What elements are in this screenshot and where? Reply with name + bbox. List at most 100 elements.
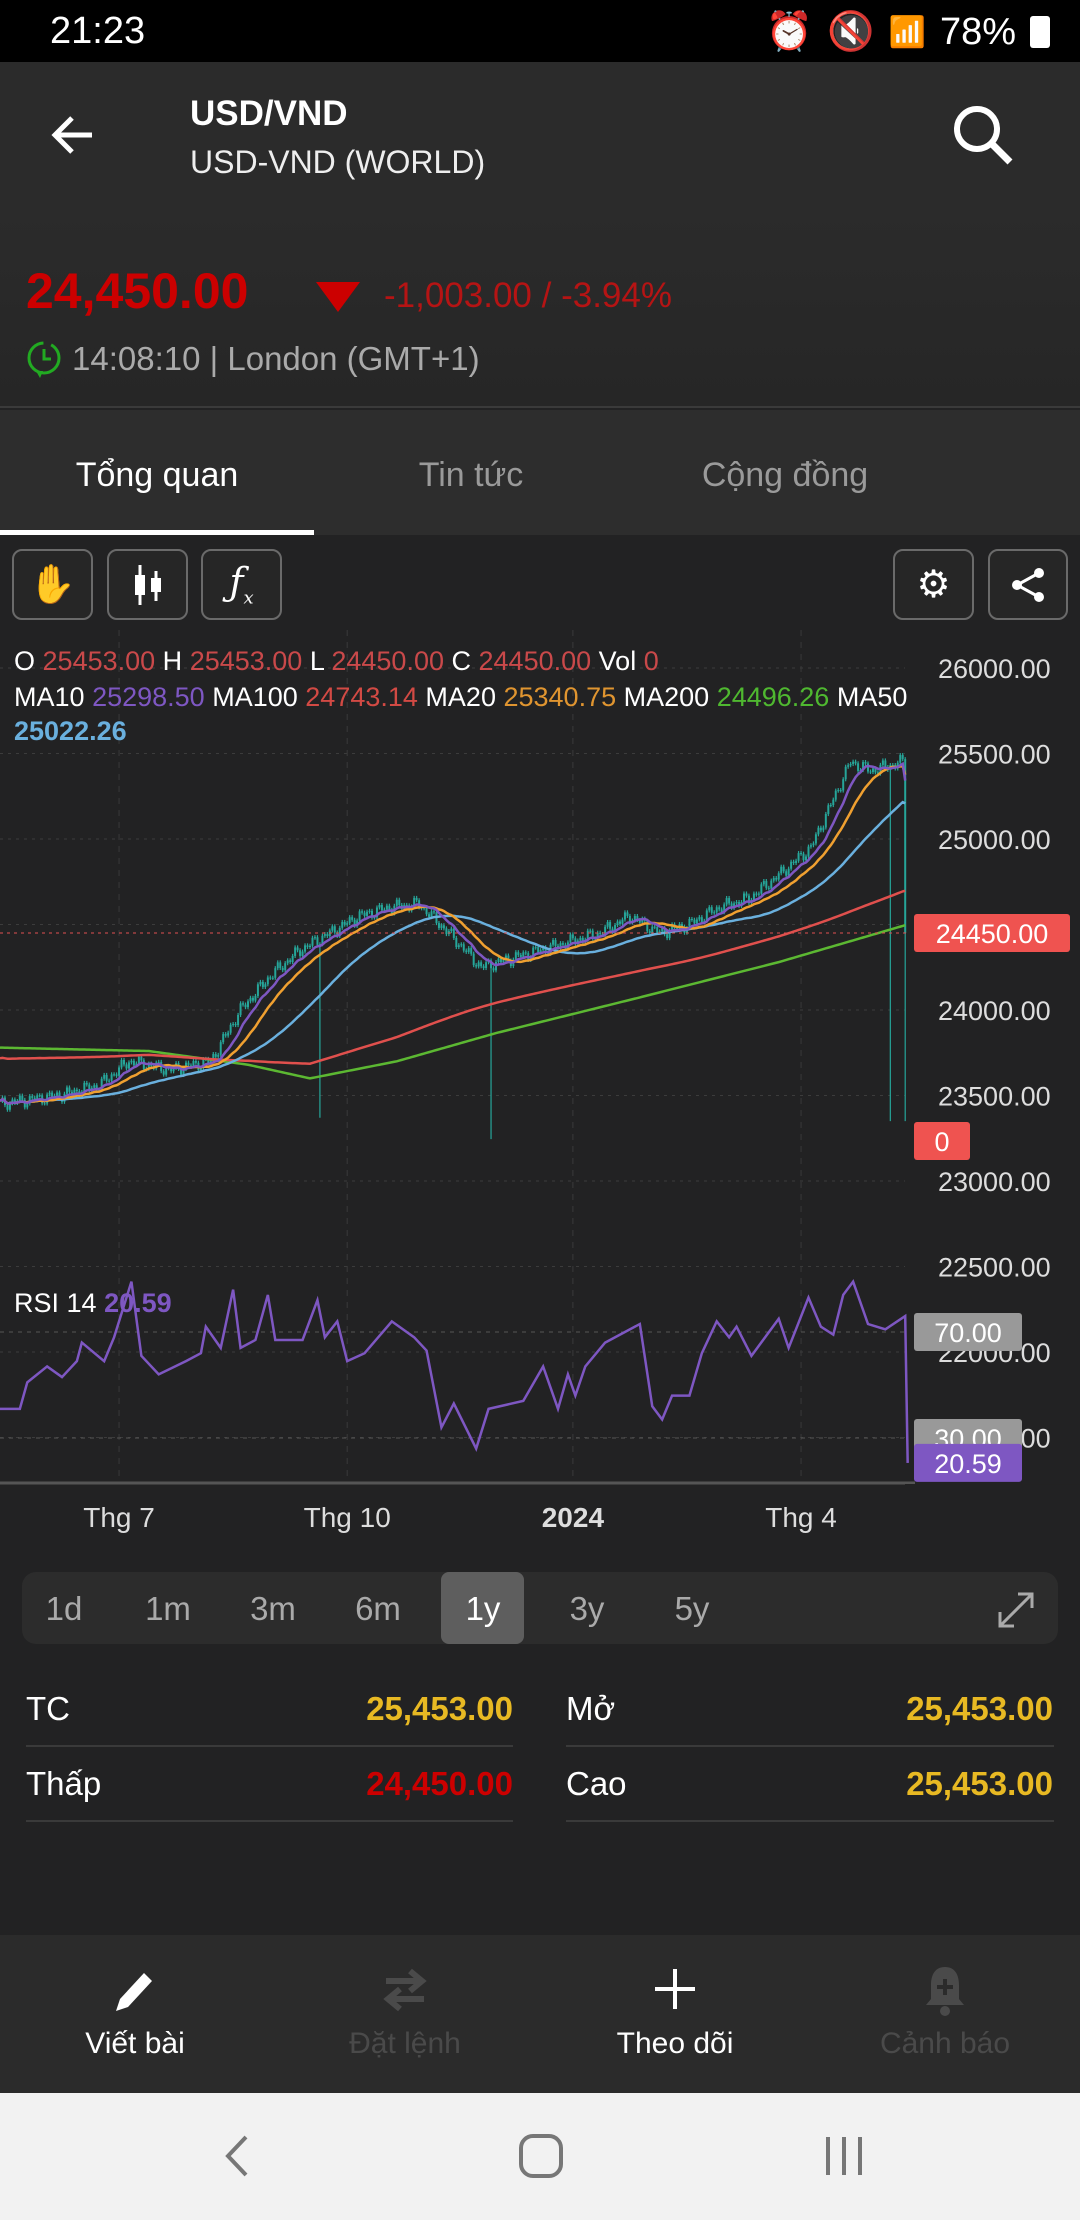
candle-body — [728, 898, 731, 904]
rsi-legend: RSI 14 20.59 — [14, 1288, 172, 1319]
chart-type-button[interactable] — [107, 549, 188, 620]
candle-body — [884, 760, 887, 768]
place-order-label: Đặt lệnh — [349, 2027, 461, 2060]
share-button[interactable] — [988, 549, 1068, 620]
period-1m[interactable]: 1m — [145, 1590, 191, 1628]
candle-body — [276, 962, 279, 969]
follow-button[interactable]: Theo dõi — [540, 1935, 810, 2093]
follow-label: Theo dõi — [616, 2027, 734, 2060]
candle-body — [346, 923, 349, 925]
period-3y[interactable]: 3y — [570, 1590, 605, 1628]
search-icon[interactable] — [950, 102, 1016, 168]
system-home-icon[interactable] — [518, 2133, 564, 2179]
candle-body — [569, 934, 572, 943]
candle-body — [698, 917, 701, 920]
alarm-icon: ⏰ — [765, 11, 814, 53]
chart-settings-button[interactable]: ⚙ — [893, 549, 974, 620]
candle-body — [291, 955, 294, 963]
tab-community[interactable]: Cộng đồng — [628, 410, 942, 535]
candle-body — [785, 871, 788, 876]
candle-body — [455, 937, 458, 948]
candle-body — [849, 763, 852, 766]
candle-body — [718, 907, 721, 910]
low-label: Thấp — [26, 1765, 102, 1802]
candle-body — [118, 1067, 121, 1076]
system-back-icon[interactable] — [222, 2133, 252, 2179]
period-5y[interactable]: 5y — [675, 1590, 710, 1628]
candle-body — [229, 1024, 232, 1033]
candle-body — [814, 834, 817, 844]
period-6m[interactable]: 6m — [355, 1590, 401, 1628]
candle-body — [743, 893, 745, 903]
candle-body — [247, 1001, 249, 1008]
period-1y[interactable]: 1y — [466, 1590, 501, 1628]
high-value: 25,453.00 — [906, 1765, 1053, 1802]
status-bar: 21:23 ⏰ 🔇 📶 78% — [0, 0, 1080, 62]
candle-body — [710, 907, 713, 913]
candle-body — [363, 912, 366, 916]
price-chart[interactable]: 26000.0025500.0025000.0024500.0024000.00… — [0, 630, 1080, 1485]
candle-body — [279, 962, 282, 968]
clip — [905, 1484, 1080, 1485]
candle-body — [457, 945, 460, 948]
candle-body — [805, 856, 807, 861]
candle-body — [237, 1014, 240, 1026]
system-recents-icon[interactable] — [822, 2135, 866, 2177]
candle-body — [552, 940, 555, 945]
tab-news[interactable]: Tin tức — [314, 410, 628, 535]
candle-body — [554, 940, 557, 946]
tc-value: 25,453.00 — [366, 1690, 513, 1727]
candle-body — [599, 932, 602, 935]
tab-overview[interactable]: Tổng quan — [0, 410, 314, 535]
candle-body — [271, 977, 274, 979]
back-arrow-icon[interactable] — [50, 112, 96, 158]
candle-body — [331, 926, 334, 931]
candle-body — [621, 919, 624, 924]
fullscreen-icon[interactable] — [996, 1590, 1036, 1630]
candle-body — [398, 899, 401, 906]
candle-body — [68, 1087, 71, 1092]
divider — [26, 1820, 513, 1822]
candle-body — [31, 1096, 34, 1098]
candle-body — [839, 790, 842, 792]
candle-body — [351, 917, 354, 920]
volume-label: Vol — [598, 646, 637, 676]
ohlc-legend: O 25453.00 H 25453.00 L 24450.00 C 24450… — [14, 646, 659, 677]
candle-body — [120, 1059, 123, 1068]
candle-body — [847, 765, 850, 767]
period-1d[interactable]: 1d — [46, 1590, 83, 1628]
system-navigation-bar — [0, 2093, 1080, 2220]
candle-body — [470, 948, 473, 954]
period-3m[interactable]: 3m — [250, 1590, 296, 1628]
ma50-value: 25022.26 — [14, 716, 127, 746]
indicators-button[interactable]: ƒx — [201, 549, 282, 620]
candle-body — [341, 921, 344, 928]
pan-tool-button[interactable]: ✋ — [12, 549, 93, 620]
candle-body — [385, 905, 388, 910]
candle-body — [38, 1095, 41, 1097]
candle-body — [616, 921, 619, 926]
candle-body — [311, 937, 314, 946]
candle-body — [715, 907, 718, 913]
write-post-button[interactable]: Viết bài — [0, 1935, 270, 2093]
candle-body — [485, 962, 488, 969]
candle-body — [537, 947, 540, 953]
open-value: 25453.00 — [42, 646, 156, 676]
ma200-label: MA200 — [623, 682, 710, 712]
candle-body — [844, 766, 847, 780]
clock-refresh-icon — [27, 341, 61, 378]
candle-body — [323, 934, 326, 936]
clock: 21:23 — [50, 10, 146, 52]
ma100-value: 24743.14 — [305, 682, 418, 712]
chart-canvas[interactable]: 26000.0025500.0025000.0024500.0024000.00… — [0, 630, 1080, 1485]
candle-body — [289, 960, 292, 963]
candle-body — [695, 919, 698, 924]
candle-body — [306, 945, 309, 947]
candle-body — [656, 927, 659, 933]
candle-body — [832, 799, 835, 806]
gear-icon: ⚙ — [916, 564, 951, 606]
candle-body — [797, 853, 800, 861]
candle-body — [140, 1056, 143, 1061]
alert-button: Cảnh báo — [810, 1935, 1080, 2093]
candle-body — [217, 1054, 220, 1057]
